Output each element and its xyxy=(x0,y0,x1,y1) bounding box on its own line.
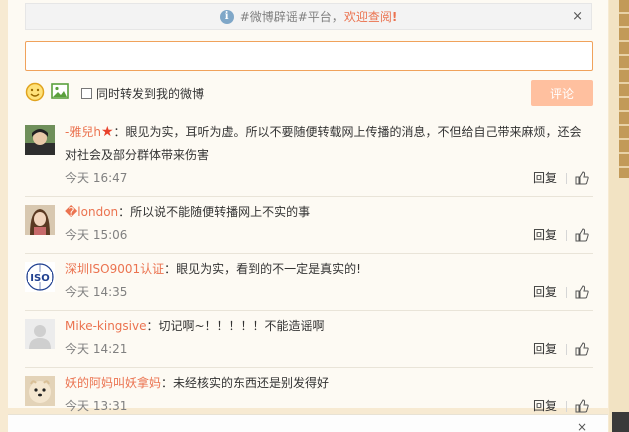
comment-user[interactable]: Mike-kingsive xyxy=(65,319,147,333)
vip-star-icon: ★ xyxy=(100,124,114,140)
thumbs-up-icon[interactable] xyxy=(575,342,589,356)
comment-body: Mike-kingsive：切记啊~！！！！！不能造谣啊 xyxy=(65,311,593,338)
comment-text: ：未经核实的东西还是别发得好 xyxy=(161,376,330,390)
divider xyxy=(566,401,567,412)
comment-user[interactable]: 深圳ISO9001认证 xyxy=(65,262,164,276)
divider xyxy=(566,173,567,184)
comment-user[interactable]: 妖的阿妈叫妖拿妈 xyxy=(65,376,161,390)
comment-meta: 今天 14:21 回复 xyxy=(65,338,593,361)
avatar[interactable] xyxy=(25,205,55,235)
comment-time: 今天 15:06 xyxy=(65,228,128,242)
comment-text: ：眼见为实，看到的不一定是真实的! xyxy=(164,262,361,276)
divider xyxy=(566,287,567,298)
comment-time: 今天 16:47 xyxy=(65,171,128,185)
iso-logo-text: ISO xyxy=(30,273,49,284)
repost-label: 同时转发到我的微博 xyxy=(96,87,205,101)
submit-comment-button[interactable]: 评论 xyxy=(531,80,593,106)
composer-toolbar: 同时转发到我的微博 评论 xyxy=(25,80,593,106)
comment-user[interactable]: -雅兒h xyxy=(65,125,101,139)
avatar[interactable] xyxy=(25,376,55,406)
repost-checkbox-label[interactable]: 同时转发到我的微博 xyxy=(81,85,204,102)
reply-button[interactable]: 回复 xyxy=(533,167,557,190)
comment-body: �london：所以说不能随便转播网上不实的事 xyxy=(65,197,593,224)
thumbs-up-icon[interactable] xyxy=(575,399,589,413)
reply-button[interactable]: 回复 xyxy=(533,338,557,361)
comment-text: ：所以说不能随便转播网上不实的事 xyxy=(118,205,311,219)
right-bottom-corner xyxy=(612,412,629,432)
comment-time: 今天 14:21 xyxy=(65,342,128,356)
right-scroll-decoration xyxy=(619,0,629,178)
thumbs-up-icon[interactable] xyxy=(575,171,589,185)
comment-body: -雅兒h★：眼见为实，耳听为虚。所以不要随便转载网上传播的消息，不但给自己带来麻… xyxy=(65,117,593,167)
comment-input-box[interactable] xyxy=(25,41,593,71)
comment-list: -雅兒h★：眼见为实，耳听为虚。所以不要随便转载网上传播的消息，不但给自己带来麻… xyxy=(25,117,593,424)
comment-body: 深圳ISO9001认证：眼见为实，看到的不一定是真实的! xyxy=(65,254,593,281)
notice-bang: ! xyxy=(391,9,398,24)
close-icon[interactable]: × xyxy=(577,420,587,432)
avatar[interactable] xyxy=(25,319,55,349)
comment-user[interactable]: �london xyxy=(65,205,118,219)
comment-meta: 今天 16:47 回复 xyxy=(65,167,593,190)
comment-meta: 今天 14:35 回复 xyxy=(65,281,593,304)
reply-button[interactable]: 回复 xyxy=(533,224,557,247)
avatar[interactable]: ISO xyxy=(25,262,55,292)
comment-meta: 今天 15:06 回复 xyxy=(65,224,593,247)
notice-link[interactable]: 欢迎查阅 xyxy=(344,8,392,25)
thumbs-up-icon[interactable] xyxy=(575,228,589,242)
divider xyxy=(566,344,567,355)
divider xyxy=(566,230,567,241)
list-item: �london：所以说不能随便转播网上不实的事 今天 15:06 回复 xyxy=(25,197,593,254)
comment-time: 今天 13:31 xyxy=(65,399,128,413)
list-item: -雅兒h★：眼见为实，耳听为虚。所以不要随便转载网上传播的消息，不但给自己带来麻… xyxy=(25,117,593,197)
comment-text: ：眼见为实，耳听为虚。所以不要随便转载网上传播的消息，不但给自己带来麻烦，还会对… xyxy=(65,125,582,162)
repost-checkbox[interactable] xyxy=(81,88,92,99)
comment-text: ：切记啊~！！！！！不能造谣啊 xyxy=(146,319,325,333)
info-icon: i xyxy=(219,9,234,24)
rumor-notice-bar: i #微博辟谣#平台， 欢迎查阅 ! × xyxy=(25,3,592,30)
reply-button[interactable]: 回复 xyxy=(533,281,557,304)
comment-body: 妖的阿妈叫妖拿妈：未经核实的东西还是别发得好 xyxy=(65,368,593,395)
notice-text: #微博辟谣#平台， xyxy=(239,10,344,24)
list-item: Mike-kingsive：切记啊~！！！！！不能造谣啊 今天 14:21 回复 xyxy=(25,311,593,368)
image-icon[interactable] xyxy=(51,83,69,99)
list-item: ISO 深圳ISO9001认证：眼见为实，看到的不一定是真实的! 今天 14:3… xyxy=(25,254,593,311)
comment-time: 今天 14:35 xyxy=(65,285,128,299)
emoji-icon[interactable] xyxy=(25,82,45,102)
next-feed-card xyxy=(8,414,608,432)
comment-input[interactable] xyxy=(26,42,592,70)
thumbs-up-icon[interactable] xyxy=(575,285,589,299)
list-item: 妖的阿妈叫妖拿妈：未经核实的东西还是别发得好 今天 13:31 回复 xyxy=(25,368,593,418)
close-icon[interactable]: × xyxy=(572,9,583,24)
avatar[interactable] xyxy=(25,125,55,155)
